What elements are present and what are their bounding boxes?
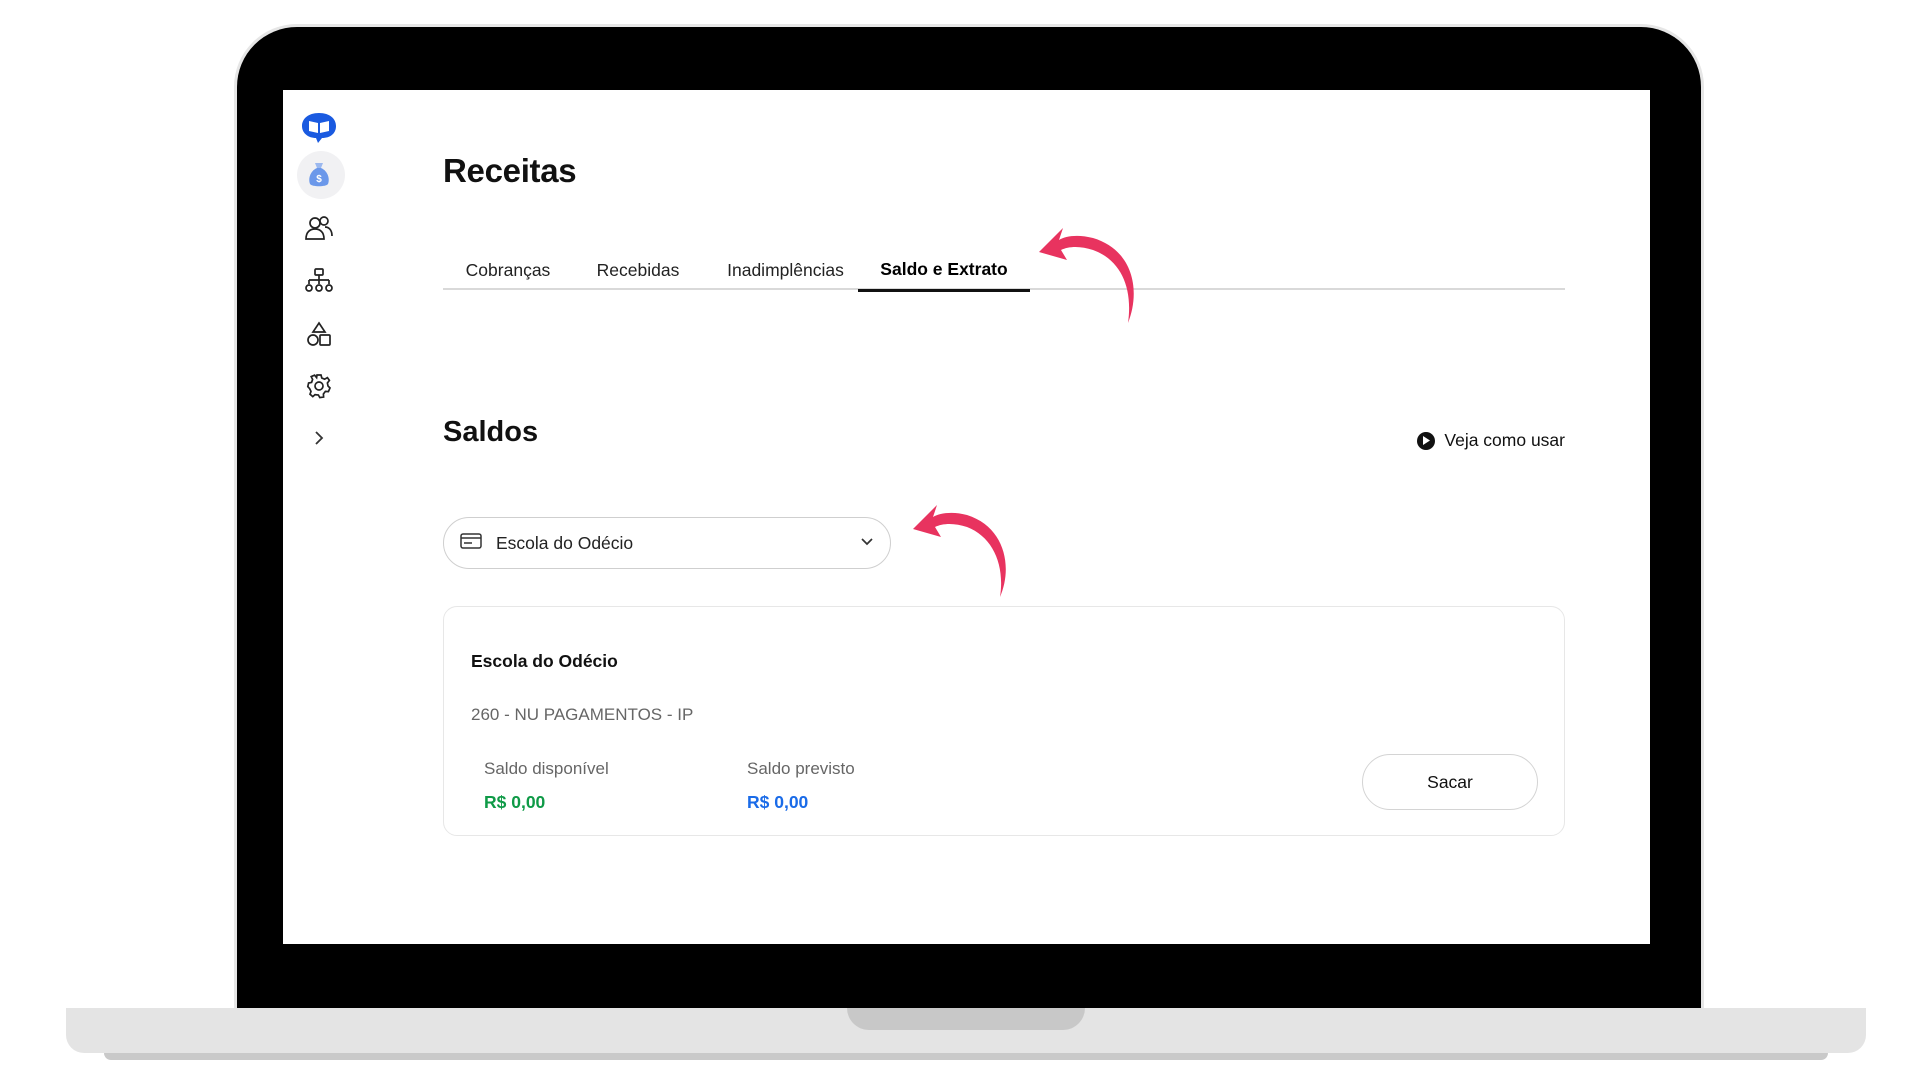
available-balance-label: Saldo disponível (484, 759, 609, 778)
play-icon (1417, 431, 1436, 450)
sidebar: $ (283, 90, 357, 944)
app-screen: $ Receitas Cobranças Recebidas Inadimplê… (283, 90, 1650, 944)
card-bank-name: 260 - NU PAGAMENTOS - IP (471, 705, 694, 724)
laptop-notch (847, 1008, 1085, 1030)
org-chart-icon[interactable] (291, 257, 347, 305)
account-select-value: Escola do Odécio (496, 532, 634, 553)
annotation-arrow-tabs (1039, 228, 1134, 323)
chevron-down-icon (860, 534, 874, 552)
gear-icon[interactable] (291, 362, 347, 410)
annotation-arrow-select (913, 505, 1006, 597)
tab-recebidas[interactable]: Recebidas (573, 250, 703, 290)
section-title: Saldos (443, 416, 539, 448)
tab-saldo-extrato[interactable]: Saldo e Extrato (858, 250, 1030, 292)
help-link[interactable]: Veja como usar (1417, 430, 1565, 451)
tab-inadimplencias[interactable]: Inadimplências (703, 250, 868, 290)
chevron-right-icon[interactable] (291, 414, 347, 462)
laptop-base-edge (104, 1053, 1828, 1060)
card-icon (460, 532, 482, 554)
forecast-balance-value: R$ 0,00 (747, 792, 809, 812)
forecast-balance-label: Saldo previsto (747, 759, 855, 778)
svg-text:$: $ (316, 174, 322, 185)
money-bag-icon[interactable]: $ (291, 151, 347, 199)
card-account-name: Escola do Odécio (471, 651, 618, 671)
available-balance-value: R$ 0,00 (484, 792, 546, 812)
account-select[interactable]: Escola do Odécio (443, 517, 891, 569)
tab-bar: Cobranças Recebidas Inadimplências Saldo… (443, 259, 1565, 292)
users-icon[interactable] (291, 204, 347, 252)
withdraw-button[interactable]: Sacar (1362, 754, 1538, 810)
book-chat-logo-icon[interactable] (291, 104, 347, 152)
tab-cobrancas[interactable]: Cobranças (443, 250, 573, 290)
help-link-label: Veja como usar (1444, 430, 1565, 450)
shapes-icon[interactable] (291, 310, 347, 358)
balance-card: Escola do Odécio 260 - NU PAGAMENTOS - I… (443, 606, 1565, 836)
page-title: Receitas (443, 152, 577, 189)
